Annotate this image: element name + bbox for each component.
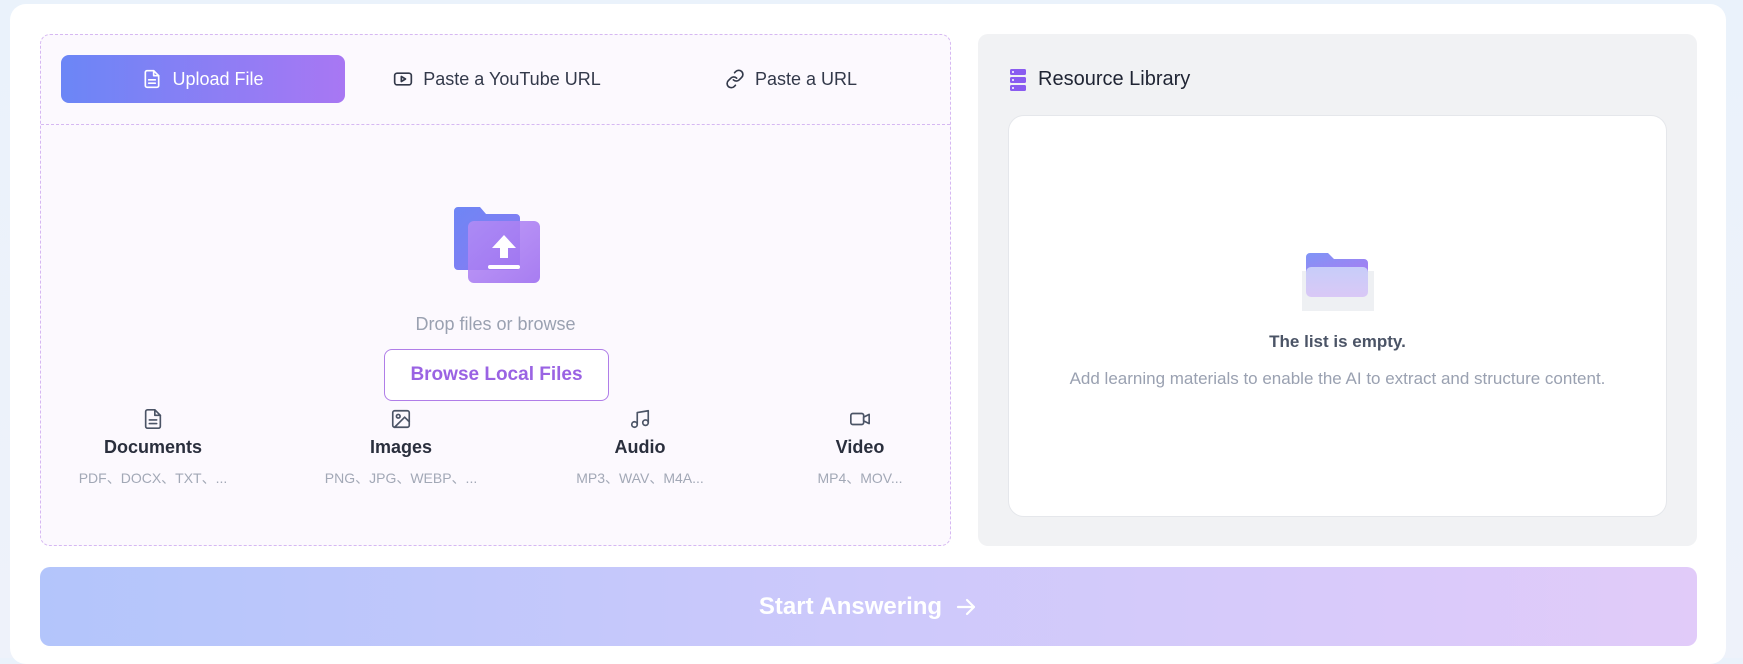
empty-folder-icon: [1302, 253, 1374, 311]
document-icon: [144, 409, 162, 429]
file-type-images: Images PNG、JPG、WEBP、...: [301, 408, 501, 488]
file-type-name: Video: [835, 437, 885, 457]
resource-library-header: Resource Library: [1010, 68, 1190, 91]
tab-label: Upload File: [172, 68, 264, 89]
database-icon: [1010, 68, 1026, 91]
resource-library-title: Resource Library: [1038, 68, 1191, 90]
file-type-name: Documents: [103, 437, 202, 457]
tab-url[interactable]: Paste a URL: [649, 55, 933, 103]
file-type-extensions: MP4、MOV...: [817, 470, 903, 486]
link-icon: [726, 69, 744, 89]
music-icon: [630, 409, 650, 429]
file-type-extensions: PDF、DOCX、TXT、...: [78, 470, 228, 486]
drop-zone[interactable]: Drop files or browse Browse Local Files …: [41, 125, 950, 545]
tab-label: Paste a URL: [754, 68, 858, 89]
tab-youtube-url[interactable]: Paste a YouTube URL: [355, 55, 639, 103]
empty-state-description: Add learning materials to enable the AI …: [1069, 369, 1606, 388]
youtube-icon: [394, 72, 413, 86]
file-type-name: Images: [369, 437, 433, 457]
start-answering-label: Start Answering: [758, 592, 943, 620]
supported-file-types: Documents PDF、DOCX、TXT、... Images PNG、JP…: [41, 408, 950, 508]
drop-hint: Drop files or browse: [415, 314, 576, 334]
resource-library-panel: Resource Library The list is empty. Add …: [978, 34, 1697, 546]
start-answering-button[interactable]: Start Answering: [40, 567, 1697, 646]
file-type-name: Audio: [614, 437, 666, 457]
tab-upload-file[interactable]: Upload File: [61, 55, 345, 103]
folder-upload-icon: [454, 207, 540, 283]
file-type-extensions: MP3、WAV、M4A...: [576, 470, 704, 486]
video-icon: [850, 412, 870, 426]
empty-state-title: The list is empty.: [1269, 332, 1406, 351]
file-type-documents: Documents PDF、DOCX、TXT、...: [53, 408, 253, 488]
browse-local-files-button[interactable]: Browse Local Files: [384, 349, 609, 401]
tab-label: Paste a YouTube URL: [423, 68, 601, 89]
file-type-video: Video MP4、MOV...: [760, 408, 960, 488]
resource-list: The list is empty. Add learning material…: [1008, 115, 1667, 517]
file-type-audio: Audio MP3、WAV、M4A...: [540, 408, 740, 488]
file-type-extensions: PNG、JPG、WEBP、...: [324, 470, 478, 486]
image-icon: [391, 409, 411, 429]
file-icon: [144, 69, 160, 89]
source-tabbar: Upload File Paste a YouTube URL Paste a …: [41, 35, 950, 125]
arrow-right-icon: [956, 598, 976, 615]
upload-panel: Upload File Paste a YouTube URL Paste a …: [40, 34, 951, 546]
